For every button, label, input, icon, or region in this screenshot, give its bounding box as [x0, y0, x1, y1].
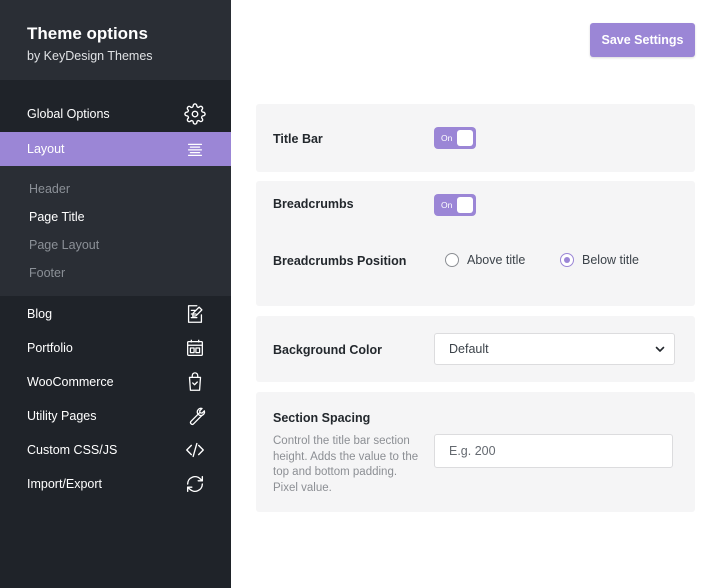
section-spacing-input[interactable] [434, 434, 673, 468]
toggle-knob [457, 197, 473, 213]
toggle-knob [457, 130, 473, 146]
wrench-icon [184, 405, 206, 427]
submenu-item-page-title[interactable]: Page Title [29, 210, 85, 224]
layout-submenu: Header Page Title Page Layout Footer [0, 166, 231, 296]
section-spacing-help: Control the title bar section height. Ad… [273, 435, 419, 494]
align-justify-icon [184, 138, 206, 160]
radio-label: Above title [467, 253, 526, 267]
submenu-item-page-layout[interactable]: Page Layout [29, 238, 99, 252]
section-spacing-label: Section Spacing [273, 411, 371, 425]
brand-header: Theme options by KeyDesign Themes [0, 0, 231, 80]
sync-icon [184, 473, 206, 495]
breadcrumbs-position-label: Breadcrumbs Position [273, 254, 407, 268]
sidebar-item-custom-css-js[interactable]: Custom CSS/JS [0, 433, 231, 467]
sidebar-item-woocommerce[interactable]: WooCommerce [0, 365, 231, 399]
save-settings-button[interactable]: Save Settings [590, 23, 695, 57]
breadcrumbs-panel: Breadcrumbs On Breadcrumbs Position Abov… [256, 181, 695, 306]
brand-subtitle: by KeyDesign Themes [27, 49, 153, 63]
sidebar-item-layout[interactable]: Layout [0, 132, 231, 166]
gear-icon [184, 103, 206, 125]
toggle-state-label: On [441, 200, 453, 210]
sidebar: Theme options by KeyDesign Themes Global… [0, 0, 231, 588]
radio-dot [445, 253, 459, 267]
radio-above-title[interactable]: Above title [445, 253, 525, 267]
breadcrumbs-toggle[interactable]: On [434, 194, 476, 216]
portfolio-icon [184, 337, 206, 359]
toggle-state-label: On [441, 133, 453, 143]
sidebar-item-portfolio[interactable]: Portfolio [0, 331, 231, 365]
title-bar-label: Title Bar [273, 132, 323, 146]
sidebar-item-import-export[interactable]: Import/Export [0, 467, 231, 501]
submenu-item-header[interactable]: Header [29, 182, 70, 196]
sidebar-item-utility-pages[interactable]: Utility Pages [0, 399, 231, 433]
sidebar-item-global-options[interactable]: Global Options [0, 97, 231, 131]
section-spacing-panel: Section Spacing Control the title bar se… [256, 392, 695, 512]
radio-dot [560, 253, 574, 267]
background-color-panel: Background Color Default [256, 316, 695, 382]
shopping-bag-icon [184, 371, 206, 393]
brand-title: Theme options [27, 24, 148, 43]
background-color-select[interactable]: Default [434, 333, 675, 365]
title-bar-toggle[interactable]: On [434, 127, 476, 149]
edit-document-icon [184, 303, 206, 325]
select-value: Default [449, 342, 489, 356]
title-bar-panel: Title Bar On [256, 104, 695, 172]
breadcrumbs-label: Breadcrumbs [273, 197, 354, 211]
radio-below-title[interactable]: Below title [560, 253, 639, 267]
code-icon [184, 439, 206, 461]
radio-label: Below title [582, 253, 639, 267]
sidebar-item-blog[interactable]: Blog [0, 297, 231, 331]
background-color-label: Background Color [273, 343, 383, 357]
chevron-down-icon [654, 343, 666, 355]
submenu-item-footer[interactable]: Footer [29, 266, 65, 280]
